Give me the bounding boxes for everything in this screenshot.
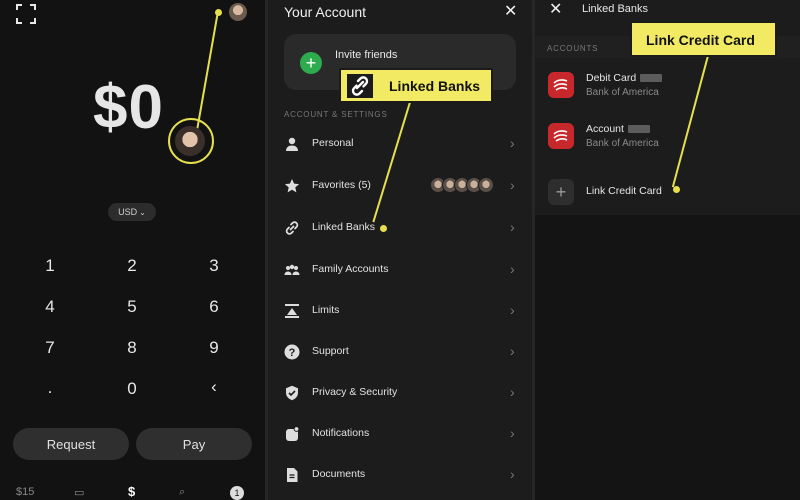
menu-item-linked-banks[interactable]: Linked Banks › <box>268 208 532 249</box>
bank-of-america-logo-icon <box>548 123 574 149</box>
pay-button[interactable]: Pay <box>136 428 252 460</box>
menu-item-notifications[interactable]: Notifications › <box>268 414 532 455</box>
home-screen: $0 USD ⌄ 1 2 3 4 5 6 7 8 9 . 0 ‹ Request… <box>0 0 265 500</box>
menu-item-privacy-security[interactable]: Privacy & Security › <box>268 373 532 414</box>
menu-item-support[interactable]: ? Support › <box>268 332 532 373</box>
shield-icon <box>286 385 298 401</box>
menu-label: Linked Banks <box>312 221 376 233</box>
chevron-right-icon: › <box>510 384 515 400</box>
key-6[interactable]: 6 <box>194 297 234 317</box>
callout-text: Link Credit Card <box>646 32 755 48</box>
star-icon <box>284 179 300 193</box>
bell-icon <box>286 426 300 441</box>
menu-item-limits[interactable]: Limits › <box>268 291 532 332</box>
chevron-right-icon: › <box>510 177 515 193</box>
avatar <box>478 177 494 193</box>
key-1[interactable]: 1 <box>30 256 70 276</box>
menu-label: Limits <box>312 304 340 316</box>
bank-account-row[interactable]: Account Bank of America <box>535 113 800 164</box>
bank-name: Bank of America <box>586 138 659 149</box>
document-icon <box>287 468 298 482</box>
callout-link-credit-card: Link Credit Card <box>630 21 777 57</box>
menu-item-favorites[interactable]: Favorites (5) › <box>268 166 532 207</box>
key-decimal[interactable]: . <box>30 378 70 398</box>
menu-label: Support <box>312 345 349 357</box>
chevron-right-icon: › <box>510 425 515 441</box>
people-icon <box>284 264 300 275</box>
account-name: Debit Card <box>586 72 663 84</box>
bank-account-row[interactable]: Debit Card Bank of America <box>535 62 800 113</box>
key-5[interactable]: 5 <box>112 297 152 317</box>
favorites-avatars <box>430 177 494 193</box>
key-2[interactable]: 2 <box>112 256 152 276</box>
limits-icon <box>285 304 299 318</box>
section-label: ACCOUNT & SETTINGS <box>284 110 388 119</box>
profile-avatar-small[interactable] <box>229 3 247 21</box>
svg-text:?: ? <box>289 347 296 359</box>
chevron-right-icon: › <box>510 261 515 277</box>
chevron-right-icon: › <box>510 343 515 359</box>
masked-number <box>640 74 663 83</box>
menu-label: Documents <box>312 468 366 480</box>
callout-linked-banks: Linked Banks <box>339 68 493 103</box>
callout-dot <box>673 186 680 193</box>
link-icon <box>285 221 299 235</box>
key-7[interactable]: 7 <box>30 338 70 358</box>
close-icon[interactable]: ✕ <box>549 2 562 18</box>
key-3[interactable]: 3 <box>194 256 234 276</box>
help-icon: ? <box>284 344 300 360</box>
empty-area <box>535 215 800 500</box>
page-title: Linked Banks <box>582 3 649 15</box>
key-0[interactable]: 0 <box>112 379 152 399</box>
section-label: ACCOUNTS <box>547 44 599 53</box>
link-icon <box>347 74 373 98</box>
key-8[interactable]: 8 <box>112 338 152 358</box>
invite-label: Invite friends <box>335 49 398 61</box>
currency-selector[interactable]: USD ⌄ <box>108 203 156 221</box>
menu-label: Notifications <box>312 427 370 439</box>
menu-label: Personal <box>312 137 354 149</box>
tab-activity-icon[interactable]: 1 <box>230 486 244 500</box>
bank-name: Bank of America <box>586 87 659 98</box>
account-screen: Your Account ✕ + Invite friends ACCOUNT … <box>268 0 532 500</box>
tab-search-icon[interactable]: ⌕ <box>179 486 185 499</box>
key-backspace[interactable]: ‹ <box>194 377 234 397</box>
person-icon <box>286 137 298 151</box>
tab-balance[interactable]: $15 <box>16 486 34 498</box>
profile-avatar[interactable] <box>175 126 205 156</box>
linked-banks-screen: ✕ Linked Banks ACCOUNTS Debit Card Bank … <box>535 0 800 500</box>
qr-scan-icon[interactable] <box>16 4 36 24</box>
chevron-right-icon: › <box>510 302 515 318</box>
currency-label: USD <box>118 207 138 217</box>
plus-icon: + <box>300 52 322 74</box>
close-icon[interactable]: ✕ <box>504 4 517 20</box>
menu-label: Family Accounts <box>312 263 389 275</box>
chevron-right-icon: › <box>510 219 515 235</box>
balance-amount: $0 <box>93 73 164 142</box>
callout-dot <box>380 225 387 232</box>
key-4[interactable]: 4 <box>30 297 70 317</box>
link-credit-card-button[interactable]: Link Credit Card <box>586 185 662 197</box>
menu-label: Favorites (5) <box>312 179 371 191</box>
account-name-label: Debit Card <box>586 72 637 84</box>
account-name-label: Account <box>586 123 624 135</box>
plus-icon[interactable]: + <box>548 179 574 205</box>
callout-line <box>196 12 219 134</box>
menu-label: Privacy & Security <box>312 386 398 398</box>
menu-item-documents[interactable]: Documents › <box>268 455 532 496</box>
callout-text: Linked Banks <box>389 78 481 94</box>
tab-card-icon[interactable]: ▭ <box>74 486 84 499</box>
bank-of-america-logo-icon <box>548 72 574 98</box>
chevron-down-icon: ⌄ <box>139 207 146 217</box>
masked-number <box>627 125 650 134</box>
chevron-right-icon: › <box>510 135 515 151</box>
menu-item-family-accounts[interactable]: Family Accounts › <box>268 250 532 291</box>
chevron-right-icon: › <box>510 466 515 482</box>
account-name: Account <box>586 123 650 135</box>
key-9[interactable]: 9 <box>194 338 234 358</box>
request-button[interactable]: Request <box>13 428 129 460</box>
tab-pay-icon[interactable]: $ <box>128 484 135 499</box>
page-title: Your Account <box>284 4 366 20</box>
